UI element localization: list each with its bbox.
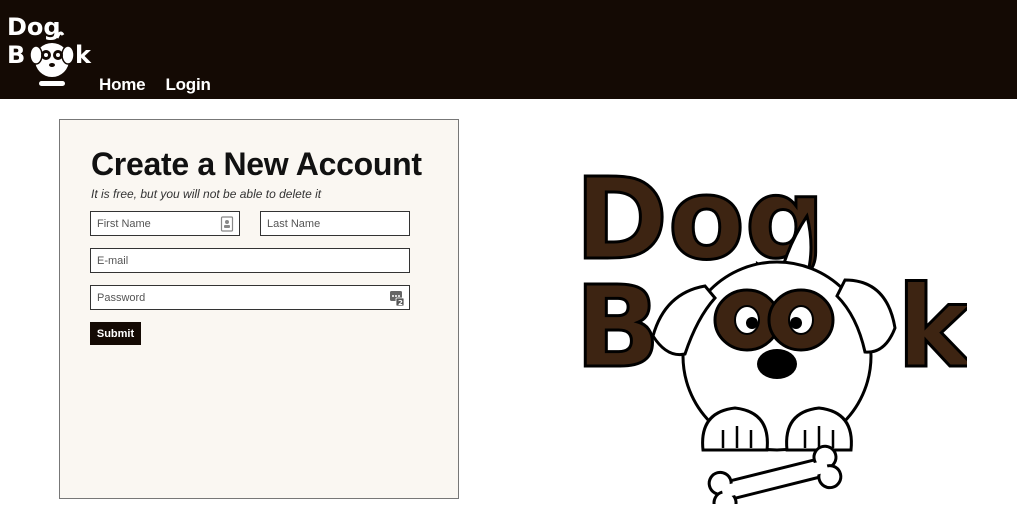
email-field [90, 248, 410, 273]
submit-button[interactable]: Submit [90, 322, 141, 345]
brand-text-k: k [897, 263, 967, 393]
nav-home-link[interactable]: Home [99, 75, 146, 95]
signup-subtitle: It is free, but you will not be able to … [91, 187, 322, 201]
brand-text-b: B [575, 263, 660, 393]
signup-panel: Create a New Account It is free, but you… [59, 119, 459, 499]
main-nav: Home Login [99, 75, 211, 95]
dogbook-brand-logo: Dog B k [575, 158, 967, 504]
dogbook-logo[interactable]: Dog B k [5, 10, 95, 92]
top-bar: Dog B k Home Login [0, 0, 1017, 99]
svg-text:2: 2 [398, 299, 403, 306]
first-name-field [90, 211, 240, 236]
dog-face-icon [29, 31, 75, 86]
logo-text-b: B [7, 41, 25, 69]
first-name-input[interactable] [91, 212, 239, 235]
logo-text-dog: Dog [7, 13, 61, 41]
logo-text-k: k [75, 41, 92, 69]
last-name-field [260, 211, 410, 236]
page-title: Create a New Account [91, 146, 422, 182]
contact-card-icon[interactable] [220, 216, 234, 232]
password-field: 2 [90, 285, 410, 310]
password-input[interactable] [91, 286, 409, 309]
last-name-input[interactable] [261, 212, 409, 235]
nav-login-link[interactable]: Login [165, 75, 210, 95]
password-manager-icon[interactable]: 2 [390, 290, 404, 306]
email-input[interactable] [91, 249, 409, 272]
